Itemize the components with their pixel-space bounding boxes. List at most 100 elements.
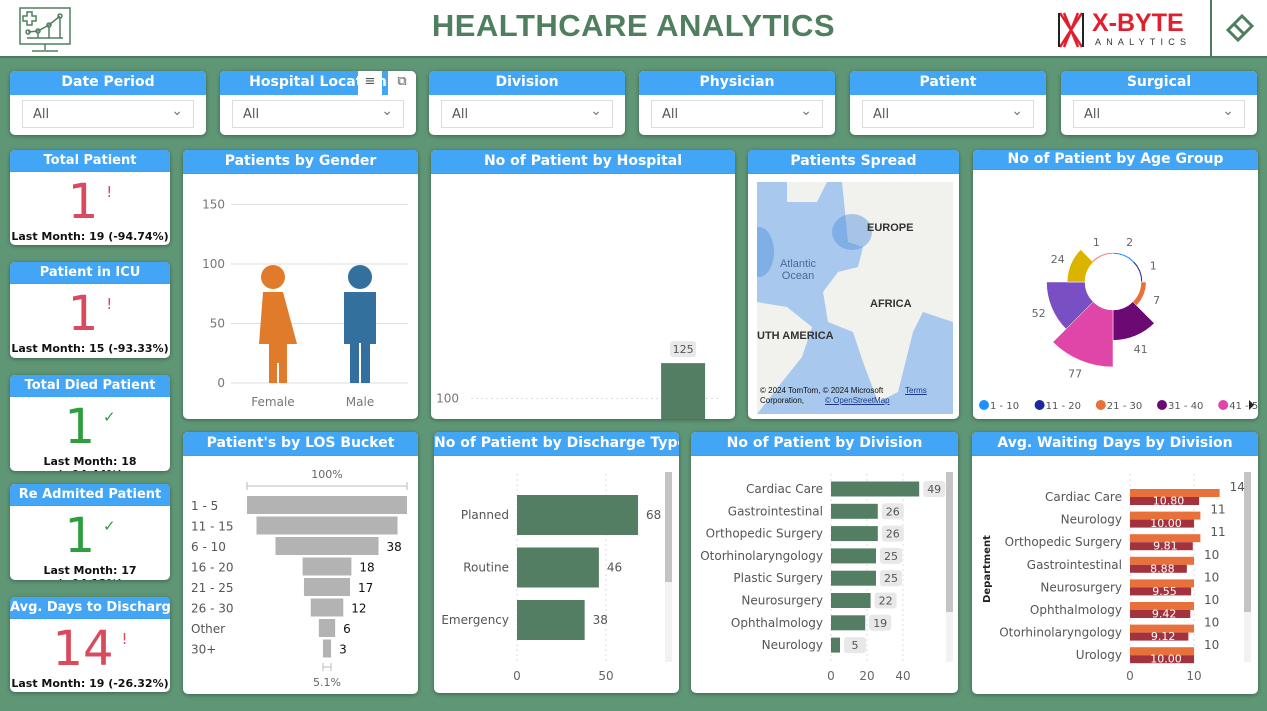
hospital-chart: 0501003Australia50Canada27UK125USA — [436, 341, 721, 419]
bar[interactable] — [831, 615, 866, 631]
discharge-chart: 0 50 Planned 68 Routine 46 Emergency 38 — [441, 472, 672, 683]
hospital-chart-card: No of Patient by Hospital 0501003Austral… — [431, 150, 735, 419]
map-land — [757, 182, 953, 414]
category-label: Orthopedic Surgery — [1005, 535, 1122, 549]
funnel-bar[interactable] — [256, 516, 398, 535]
scrollbar-thumb[interactable] — [665, 472, 672, 582]
slicer-label: Patient — [850, 71, 1046, 95]
chevron-down-icon: ⌄ — [1011, 103, 1023, 119]
eraser-icon[interactable] — [1225, 12, 1255, 44]
slicer-dropdown[interactable]: All ⌄ — [441, 100, 613, 128]
kpi-card: Total Patient 1! Last Month: 19 (-94.74%… — [10, 150, 170, 245]
female-icon — [259, 265, 297, 383]
slicer-value: All — [873, 107, 890, 122]
slicer-value: All — [1084, 107, 1101, 122]
category-label: 30+ — [191, 643, 216, 657]
data-label: 49 — [927, 483, 941, 496]
card-title: No of Patient by Hospital — [431, 150, 735, 174]
kpi-label: Re Admited Patient — [10, 484, 170, 506]
data-label: 25 — [884, 572, 898, 585]
polar-segment[interactable] — [1132, 281, 1147, 306]
category-label: Gastrointestinal — [1027, 558, 1122, 572]
bar[interactable] — [661, 363, 706, 419]
bar[interactable] — [831, 526, 878, 542]
bar[interactable] — [831, 548, 876, 564]
category-label: Plastic Surgery — [733, 571, 823, 585]
category-label: 6 - 10 — [191, 540, 226, 554]
chevron-down-icon: ⌄ — [1222, 103, 1234, 119]
x-tick-label: 20 — [859, 669, 874, 683]
logo-mark-icon — [1058, 12, 1084, 48]
category-label: Urology — [1076, 648, 1122, 662]
bar[interactable] — [831, 570, 876, 586]
slicer-dropdown[interactable]: All ⌄ — [232, 100, 404, 128]
kpi-value: 14 — [52, 621, 114, 677]
polar-segment[interactable] — [1132, 260, 1143, 283]
kpi-label: Total Patient — [10, 150, 170, 172]
focus-mode-icon[interactable]: ⧉ — [388, 71, 416, 95]
funnel-bar[interactable] — [310, 598, 344, 617]
chevron-down-icon: ⌄ — [800, 103, 812, 119]
slicer-card: Physician All ⌄ — [639, 71, 835, 135]
slicer-dropdown[interactable]: All ⌄ — [1073, 100, 1245, 128]
data-label: 8.88 — [1150, 562, 1175, 575]
funnel-bar[interactable] — [318, 619, 336, 637]
alert-icon: ! — [121, 630, 128, 648]
bar[interactable] — [831, 593, 871, 608]
polar-segment[interactable] — [1091, 252, 1114, 263]
polar-segment[interactable] — [1112, 301, 1155, 341]
category-label: Otorhinolaryngology — [700, 549, 823, 563]
legend-label[interactable]: 31 - 40 — [1168, 401, 1203, 412]
data-label: 3 — [339, 643, 347, 657]
bar[interactable] — [517, 547, 599, 588]
funnel-bar[interactable] — [322, 639, 332, 658]
funnel-bar[interactable] — [247, 496, 407, 514]
bar[interactable] — [517, 600, 585, 640]
category-label: Gastrointestinal — [728, 504, 823, 518]
category-label: Neurology — [762, 638, 823, 652]
slicer-label: Hospital Location — [220, 71, 416, 95]
scrollbar-thumb[interactable] — [1244, 472, 1251, 612]
slicer-card: Date Period All ⌄ — [10, 71, 206, 135]
kpi-card: Patient in ICU 1! Last Month: 15 (-93.33… — [10, 262, 170, 358]
kpi-card: Total Died Patient 1 ✓ Last Month: 18 (+9… — [10, 375, 170, 471]
header: HEALTHCARE ANALYTICS X-BYTE ANALYTICS — [0, 0, 1267, 58]
scrollbar-thumb[interactable] — [946, 472, 953, 612]
slicer-card: Division All ⌄ — [429, 71, 625, 135]
slicer-dropdown[interactable]: All ⌄ — [22, 100, 194, 128]
polar-segment[interactable] — [1112, 252, 1135, 263]
map[interactable]: EUROPE Atlantic Ocean AFRICA UTH AMERICA… — [757, 182, 953, 414]
slicer-dropdown[interactable]: All ⌄ — [651, 100, 823, 128]
bar[interactable] — [831, 481, 920, 497]
data-label: 9.55 — [1152, 585, 1177, 598]
slicer-dropdown[interactable]: All ⌄ — [862, 100, 1034, 128]
category-label: Routine — [463, 561, 509, 575]
chevron-down-icon: ⌄ — [381, 103, 393, 119]
y-tick-label: 100 — [202, 257, 225, 271]
funnel-bar[interactable] — [302, 557, 352, 576]
bar[interactable] — [831, 637, 840, 653]
data-label: 7 — [1153, 294, 1160, 307]
bar[interactable] — [517, 495, 639, 535]
category-label: Otorhinolaryngology — [999, 626, 1122, 640]
funnel-bar[interactable] — [303, 578, 351, 596]
polar-segment[interactable] — [1066, 249, 1094, 283]
category-label: Emergency — [441, 613, 509, 627]
slicer-value: All — [243, 107, 260, 122]
funnel-bar[interactable] — [275, 537, 379, 555]
slicer-label: Division — [429, 71, 625, 95]
check-icon: ✓ — [102, 408, 116, 426]
legend-label[interactable]: 21 - 30 — [1107, 401, 1142, 412]
data-label: 77 — [1068, 367, 1082, 380]
legend-label[interactable]: 11 - 20 — [1046, 401, 1081, 412]
kpi-value: 1 — [67, 286, 99, 342]
legend-label[interactable]: 1 - 10 — [990, 401, 1019, 412]
data-label: 10 — [1204, 570, 1219, 584]
chevron-down-icon: ⌄ — [171, 103, 183, 119]
slicer-label: Date Period — [10, 71, 206, 95]
bar[interactable] — [831, 503, 878, 519]
filter-icon[interactable]: ≡ — [358, 71, 382, 95]
legend-label[interactable]: 41 - 50 — [1229, 401, 1258, 412]
y-axis-title: Department — [982, 535, 993, 603]
category-label: 26 - 30 — [191, 602, 234, 616]
